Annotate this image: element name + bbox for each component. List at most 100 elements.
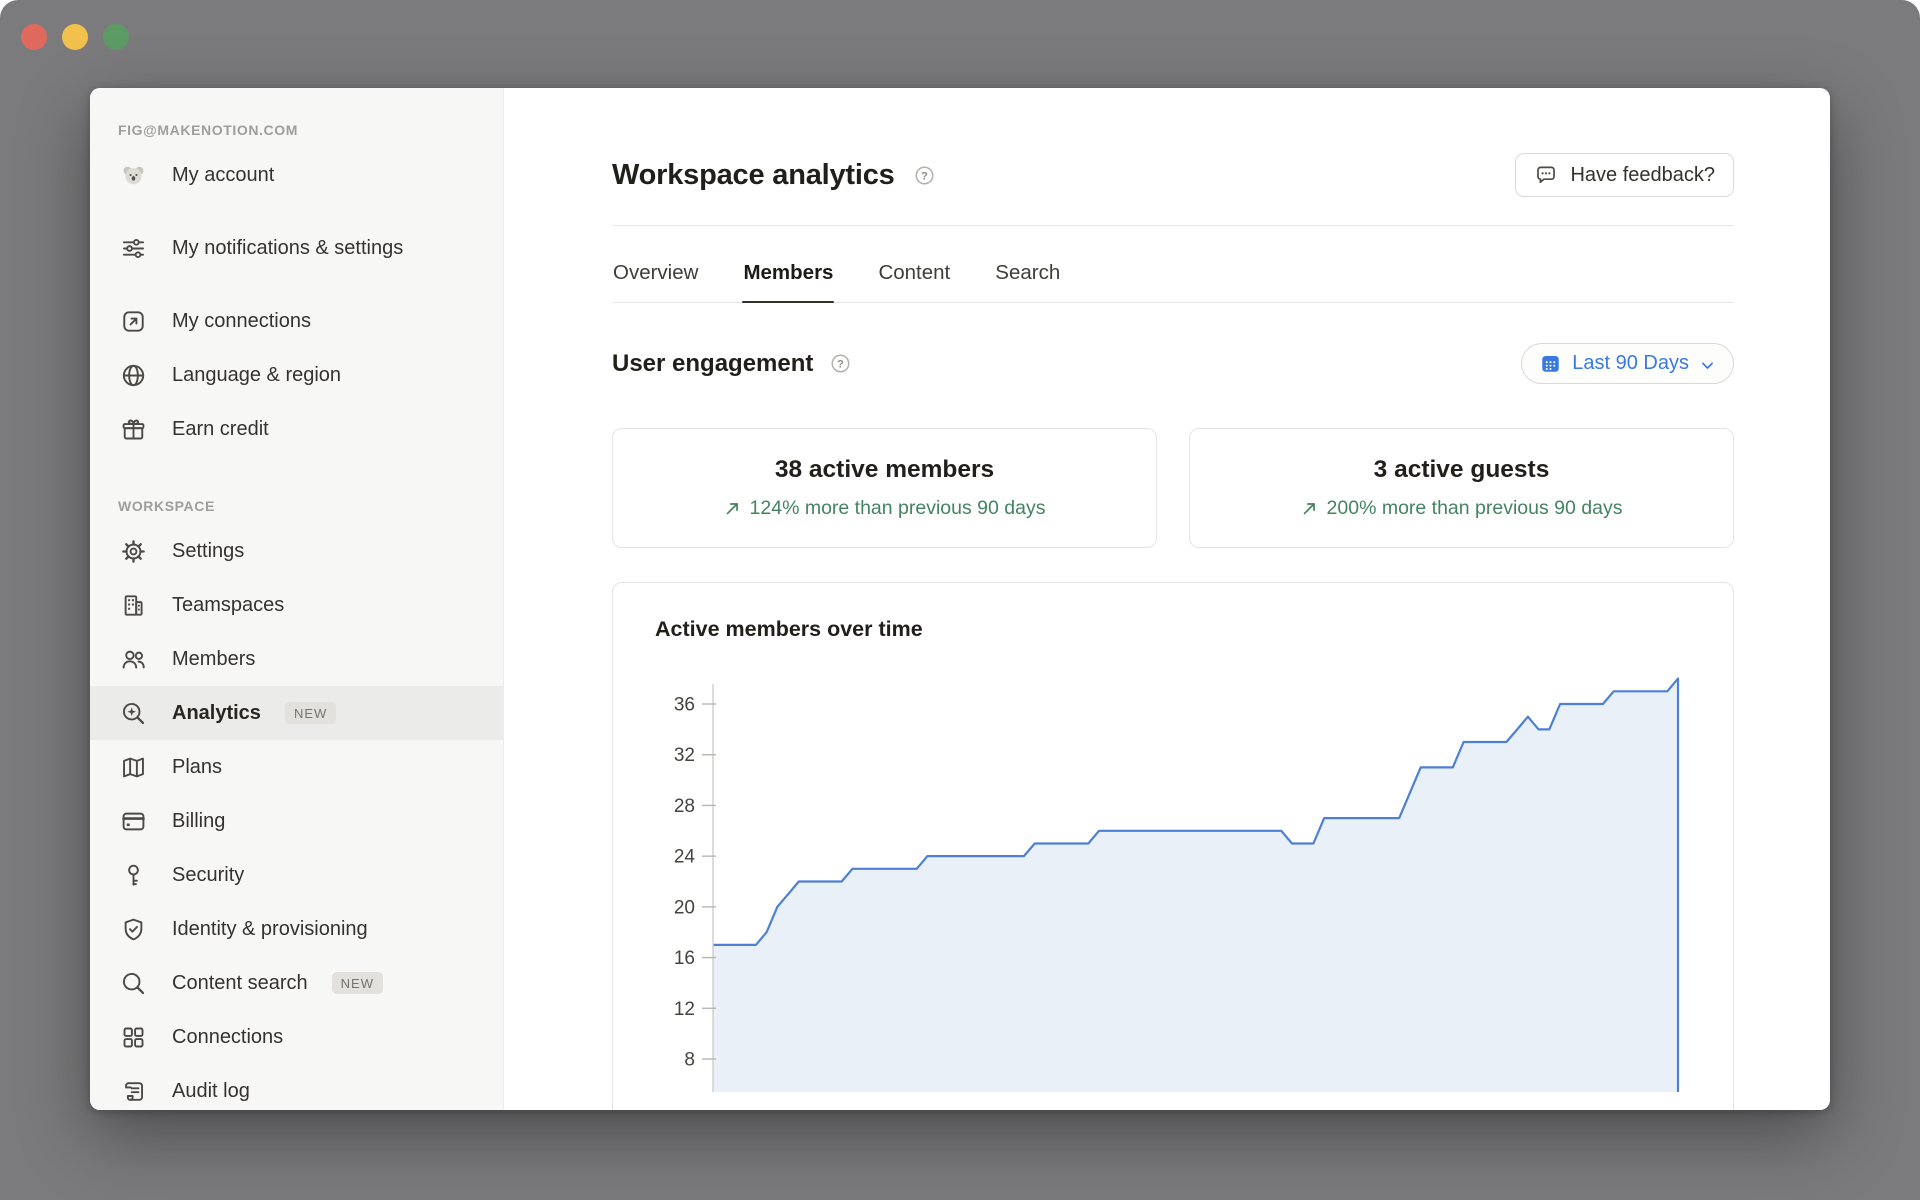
gift-icon bbox=[118, 414, 148, 444]
trend-up-icon bbox=[1301, 500, 1318, 517]
analytics-tabs: Overview Members Content Search bbox=[612, 251, 1734, 303]
sidebar-item-label: Settings bbox=[172, 538, 244, 564]
have-feedback-button[interactable]: Have feedback? bbox=[1515, 153, 1734, 197]
sidebar-item-analytics[interactable]: Analytics NEW bbox=[90, 686, 503, 740]
account-nav: My account My notifications & settings My … bbox=[90, 148, 503, 456]
svg-text:16: 16 bbox=[674, 948, 695, 969]
zoom-button[interactable] bbox=[103, 24, 129, 50]
sidebar-item-my-notifications-settings[interactable]: My notifications & settings bbox=[90, 202, 503, 294]
sidebar-item-label: Analytics bbox=[172, 700, 261, 726]
sidebar-item-label: Earn credit bbox=[172, 416, 269, 442]
sliders-icon bbox=[118, 233, 148, 263]
sidebar-item-connections[interactable]: Connections bbox=[90, 1010, 503, 1064]
settings-sidebar: FIG@MAKENOTION.COM My account My notifica… bbox=[90, 88, 504, 1110]
sidebar-item-label: Language & region bbox=[172, 362, 341, 388]
header-divider bbox=[612, 225, 1734, 226]
window-controls bbox=[21, 24, 129, 50]
active-members-card: 38 active members 124% more than previou… bbox=[612, 428, 1157, 548]
page-title: Workspace analytics bbox=[612, 159, 895, 192]
page-header: Workspace analytics ? Have feedback? bbox=[612, 152, 1734, 198]
sidebar-item-content-search[interactable]: Content search NEW bbox=[90, 956, 503, 1010]
key-icon bbox=[118, 860, 148, 890]
magnifier-sparkle-icon bbox=[118, 698, 148, 728]
calendar-icon bbox=[1539, 352, 1562, 375]
sidebar-item-teamspaces[interactable]: Teamspaces bbox=[90, 578, 503, 632]
avatar-icon bbox=[118, 160, 148, 190]
settings-window: FIG@MAKENOTION.COM My account My notifica… bbox=[90, 88, 1830, 1110]
new-badge: NEW bbox=[332, 972, 383, 994]
sidebar-item-label: Content search bbox=[172, 970, 308, 996]
svg-text:?: ? bbox=[921, 170, 928, 182]
sidebar-item-language-region[interactable]: Language & region bbox=[90, 348, 503, 402]
map-icon bbox=[118, 752, 148, 782]
grid-icon bbox=[118, 1022, 148, 1052]
sidebar-item-label: Billing bbox=[172, 808, 225, 834]
desktop-background: FIG@MAKENOTION.COM My account My notifica… bbox=[0, 0, 1920, 1200]
building-icon bbox=[118, 590, 148, 620]
sidebar-item-plans[interactable]: Plans bbox=[90, 740, 503, 794]
credit-card-icon bbox=[118, 806, 148, 836]
sidebar-item-label: Members bbox=[172, 646, 255, 672]
account-section-label: FIG@MAKENOTION.COM bbox=[90, 112, 503, 148]
sidebar-item-my-connections[interactable]: My connections bbox=[90, 294, 503, 348]
engagement-help-icon[interactable]: ? bbox=[829, 352, 852, 375]
feedback-bubble-icon bbox=[1534, 163, 1558, 187]
svg-text:8: 8 bbox=[684, 1050, 695, 1071]
svg-text:12: 12 bbox=[674, 999, 695, 1020]
workspace-nav: Settings Teamspaces Members Analytics NEW Pla… bbox=[90, 524, 503, 1110]
user-engagement-row: User engagement ? Last 90 Days bbox=[612, 343, 1734, 384]
sidebar-item-identity-provisioning[interactable]: Identity & provisioning bbox=[90, 902, 503, 956]
sidebar-item-label: Audit log bbox=[172, 1078, 250, 1104]
sidebar-item-security[interactable]: Security bbox=[90, 848, 503, 902]
stat-cards-row: 38 active members 124% more than previou… bbox=[612, 428, 1734, 548]
magnifier-icon bbox=[118, 968, 148, 998]
sidebar-item-audit-log[interactable]: Audit log bbox=[90, 1064, 503, 1110]
globe-icon bbox=[118, 360, 148, 390]
sidebar-item-label: My account bbox=[172, 162, 274, 188]
svg-text:24: 24 bbox=[674, 847, 696, 868]
tab-members[interactable]: Members bbox=[742, 251, 834, 302]
svg-text:32: 32 bbox=[674, 745, 695, 766]
sidebar-item-label: Identity & provisioning bbox=[172, 916, 368, 942]
help-icon[interactable]: ? bbox=[913, 164, 936, 187]
main-content: Workspace analytics ? Have feedback? Ove… bbox=[504, 88, 1830, 1110]
user-engagement-heading: User engagement bbox=[612, 350, 813, 378]
sidebar-item-billing[interactable]: Billing bbox=[90, 794, 503, 848]
sidebar-item-members[interactable]: Members bbox=[90, 632, 503, 686]
trend-up-icon bbox=[724, 500, 741, 517]
active-guests-delta: 200% more than previous 90 days bbox=[1301, 497, 1623, 520]
svg-text:28: 28 bbox=[674, 796, 695, 817]
close-button[interactable] bbox=[21, 24, 47, 50]
people-icon bbox=[118, 644, 148, 674]
shield-check-icon bbox=[118, 914, 148, 944]
svg-text:36: 36 bbox=[674, 695, 695, 716]
active-members-value: 38 active members bbox=[775, 456, 994, 484]
arrow-up-right-box-icon bbox=[118, 306, 148, 336]
active-guests-card: 3 active guests 200% more than previous … bbox=[1189, 428, 1734, 548]
sidebar-item-label: Plans bbox=[172, 754, 222, 780]
chart-title: Active members over time bbox=[613, 583, 1733, 642]
sidebar-item-my-account[interactable]: My account bbox=[90, 148, 503, 202]
active-members-delta: 124% more than previous 90 days bbox=[724, 497, 1046, 520]
sidebar-item-label: Connections bbox=[172, 1024, 283, 1050]
tab-search[interactable]: Search bbox=[994, 251, 1061, 302]
tab-content[interactable]: Content bbox=[877, 251, 951, 302]
workspace-section-label: WORKSPACE bbox=[90, 488, 503, 524]
sidebar-item-earn-credit[interactable]: Earn credit bbox=[90, 402, 503, 456]
active-members-chart-card: Active members over time 36 32 28 24 20 16 12 8 bbox=[612, 582, 1734, 1110]
svg-text:?: ? bbox=[838, 359, 845, 371]
sidebar-item-label: Security bbox=[172, 862, 244, 888]
scroll-icon bbox=[118, 1076, 148, 1106]
area-chart-canvas: 36 32 28 24 20 16 12 8 bbox=[613, 656, 1733, 1092]
active-members-chart: 36 32 28 24 20 16 12 8 bbox=[613, 656, 1733, 1092]
sidebar-item-label: My connections bbox=[172, 308, 311, 334]
svg-text:20: 20 bbox=[674, 897, 695, 918]
tab-overview[interactable]: Overview bbox=[612, 251, 699, 302]
sidebar-item-settings[interactable]: Settings bbox=[90, 524, 503, 578]
new-badge: NEW bbox=[285, 702, 336, 724]
gear-icon bbox=[118, 536, 148, 566]
sidebar-item-label: Teamspaces bbox=[172, 592, 284, 618]
minimize-button[interactable] bbox=[62, 24, 88, 50]
date-range-dropdown[interactable]: Last 90 Days bbox=[1521, 343, 1734, 384]
active-guests-value: 3 active guests bbox=[1374, 456, 1550, 484]
